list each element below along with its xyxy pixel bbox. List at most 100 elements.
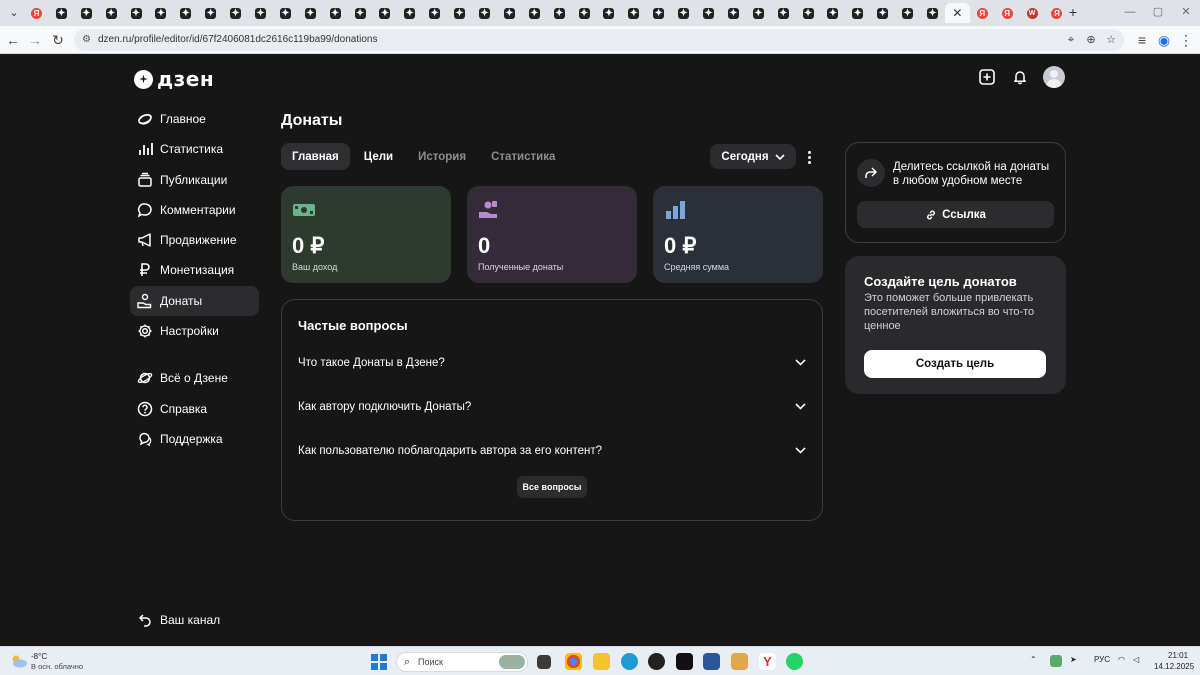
game-app-icon[interactable]	[731, 653, 748, 670]
word-icon[interactable]	[703, 653, 720, 670]
sidebar-item-publications[interactable]: Публикации	[130, 165, 259, 195]
reload-icon[interactable]: ↻	[50, 31, 66, 49]
sidebar-item-planet[interactable]: Всё о Дзене	[130, 363, 259, 393]
sidebar-item-ruble[interactable]: Монетизация	[130, 255, 259, 285]
tab-search-chevron-icon[interactable]: ⌄	[6, 5, 22, 21]
windows-start-icon[interactable]	[371, 654, 387, 670]
sidebar-item-megaphone[interactable]: Продвижение	[130, 225, 259, 255]
browser-tab[interactable]: ✦	[522, 3, 547, 23]
zoom-icon[interactable]: ⊕	[1084, 33, 1098, 47]
task-view-icon[interactable]	[537, 655, 551, 669]
browser-tab[interactable]: ✦	[273, 3, 298, 23]
close-window-icon[interactable]: ✕	[1176, 4, 1196, 20]
browser-tab[interactable]: ✦	[746, 3, 771, 23]
browser-menu-icon[interactable]: ⋮	[1178, 31, 1194, 49]
tab-statistics[interactable]: Статистика	[480, 143, 566, 170]
chevron-down-icon[interactable]	[795, 357, 806, 369]
faq-item[interactable]: Как автору подключить Донаты?	[298, 385, 806, 429]
sidebar-item-stats[interactable]: Статистика	[130, 134, 259, 164]
volume-icon[interactable]: ◁	[1133, 655, 1139, 664]
browser-tab[interactable]: ✦	[124, 3, 149, 23]
browser-tab[interactable]: ✦	[372, 3, 397, 23]
browser-tab[interactable]: ✦	[472, 3, 497, 23]
browser-tab[interactable]: ✦	[223, 3, 248, 23]
browser-tab[interactable]: ✦	[845, 3, 870, 23]
browser-tab[interactable]: ✦	[348, 3, 373, 23]
browser-tab[interactable]: ✦	[621, 3, 646, 23]
copy-link-button[interactable]: Ссылка	[857, 201, 1054, 228]
sidebar-item-home[interactable]: Главное	[130, 104, 259, 134]
sync-tray-icon[interactable]	[1050, 655, 1062, 667]
browser-tab[interactable]: ✦	[447, 3, 472, 23]
sidebar-item-help[interactable]: Справка	[130, 394, 259, 424]
browser-tab[interactable]: ✦	[497, 3, 522, 23]
tab-main[interactable]: Главная	[281, 143, 350, 170]
chrome-icon[interactable]	[565, 653, 582, 670]
forward-arrow-icon[interactable]: →	[27, 31, 43, 49]
cloudy-weather-icon[interactable]	[10, 654, 28, 668]
browser-tab[interactable]: ✦	[323, 3, 348, 23]
yandex-browser-icon[interactable]: Y	[759, 653, 776, 670]
sidebar-item-chat[interactable]: Поддержка	[130, 424, 259, 454]
browser-tab[interactable]: ✦	[821, 3, 846, 23]
browser-tab[interactable]: ✦	[646, 3, 671, 23]
period-dropdown[interactable]: Сегодня	[710, 144, 796, 169]
browser-tab[interactable]: ✦	[796, 3, 821, 23]
browser-tab[interactable]: ✦	[397, 3, 422, 23]
clock-time[interactable]: 21:01	[1168, 651, 1188, 660]
browser-tab[interactable]: ✦	[920, 3, 945, 23]
media-app-icon[interactable]	[676, 653, 693, 670]
faq-item[interactable]: Что такое Донаты в Дзене?	[298, 341, 806, 385]
telegram-tray-icon[interactable]: ➤	[1070, 655, 1077, 664]
app-icon[interactable]	[648, 653, 665, 670]
whatsapp-icon[interactable]	[786, 653, 803, 670]
more-options-icon[interactable]	[800, 147, 818, 167]
browser-tab[interactable]: ✦	[771, 3, 796, 23]
browser-tab[interactable]: ✦	[74, 3, 99, 23]
browser-tab[interactable]: ✦	[596, 3, 621, 23]
new-tab-plus-icon[interactable]: +	[1066, 4, 1080, 20]
tab-goals[interactable]: Цели	[353, 143, 404, 170]
wifi-icon[interactable]: ◠	[1118, 655, 1125, 664]
tray-chevron-icon[interactable]: ⌃	[1030, 655, 1037, 664]
browser-tab[interactable]: ✦	[49, 3, 74, 23]
media-controls-icon[interactable]: ≡	[1134, 31, 1150, 49]
browser-tab[interactable]: ✦	[547, 3, 572, 23]
taskbar-search[interactable]: ⌕ Поиск	[396, 652, 528, 672]
browser-tab[interactable]: ✦	[671, 3, 696, 23]
browser-tab[interactable]: ✦	[148, 3, 173, 23]
chevron-down-icon[interactable]	[795, 401, 806, 413]
back-arrow-icon[interactable]: ←	[5, 31, 21, 49]
notifications-button[interactable]	[1009, 66, 1031, 88]
browser-tab[interactable]: ✦	[721, 3, 746, 23]
location-pin-icon[interactable]: ⌖	[1064, 33, 1078, 47]
address-bar[interactable]: ⚙ dzen.ru/profile/editor/id/67f2406081dc…	[74, 29, 1124, 51]
browser-tab[interactable]: ✦	[696, 3, 721, 23]
browser-tab-active[interactable]: ✕	[944, 3, 970, 23]
your-channel-link[interactable]: Ваш канал	[130, 605, 220, 635]
all-questions-button[interactable]: Все вопросы	[517, 476, 587, 498]
create-goal-button[interactable]: Создать цель	[864, 350, 1046, 378]
bookmark-star-icon[interactable]: ☆	[1104, 33, 1118, 47]
browser-tab[interactable]: Я	[24, 3, 49, 23]
browser-tab[interactable]: ✦	[173, 3, 198, 23]
dzen-logo[interactable]: дзен	[134, 67, 214, 91]
sidebar-item-donations[interactable]: Донаты	[130, 285, 259, 316]
minimize-icon[interactable]: —	[1120, 4, 1140, 20]
sidebar-item-comments[interactable]: Комментарии	[130, 195, 259, 225]
browser-tab[interactable]: ✦	[198, 3, 223, 23]
browser-tab[interactable]: ✦	[248, 3, 273, 23]
file-explorer-icon[interactable]	[593, 653, 610, 670]
browser-tab[interactable]: ✦	[298, 3, 323, 23]
browser-tab[interactable]: W	[1020, 3, 1045, 23]
clock-date[interactable]: 14.12.2025	[1154, 662, 1194, 671]
browser-tab[interactable]: Я	[995, 3, 1020, 23]
browser-tab[interactable]: ✦	[422, 3, 447, 23]
faq-item[interactable]: Как пользователю поблагодарить автора за…	[298, 429, 806, 473]
maximize-icon[interactable]: ▢	[1148, 4, 1168, 20]
edge-icon[interactable]	[621, 653, 638, 670]
tab-history[interactable]: История	[407, 143, 477, 170]
sidebar-item-gear[interactable]: Настройки	[130, 316, 259, 346]
profile-icon[interactable]: ◉	[1156, 31, 1172, 49]
close-tab-icon[interactable]: ✕	[952, 6, 962, 20]
